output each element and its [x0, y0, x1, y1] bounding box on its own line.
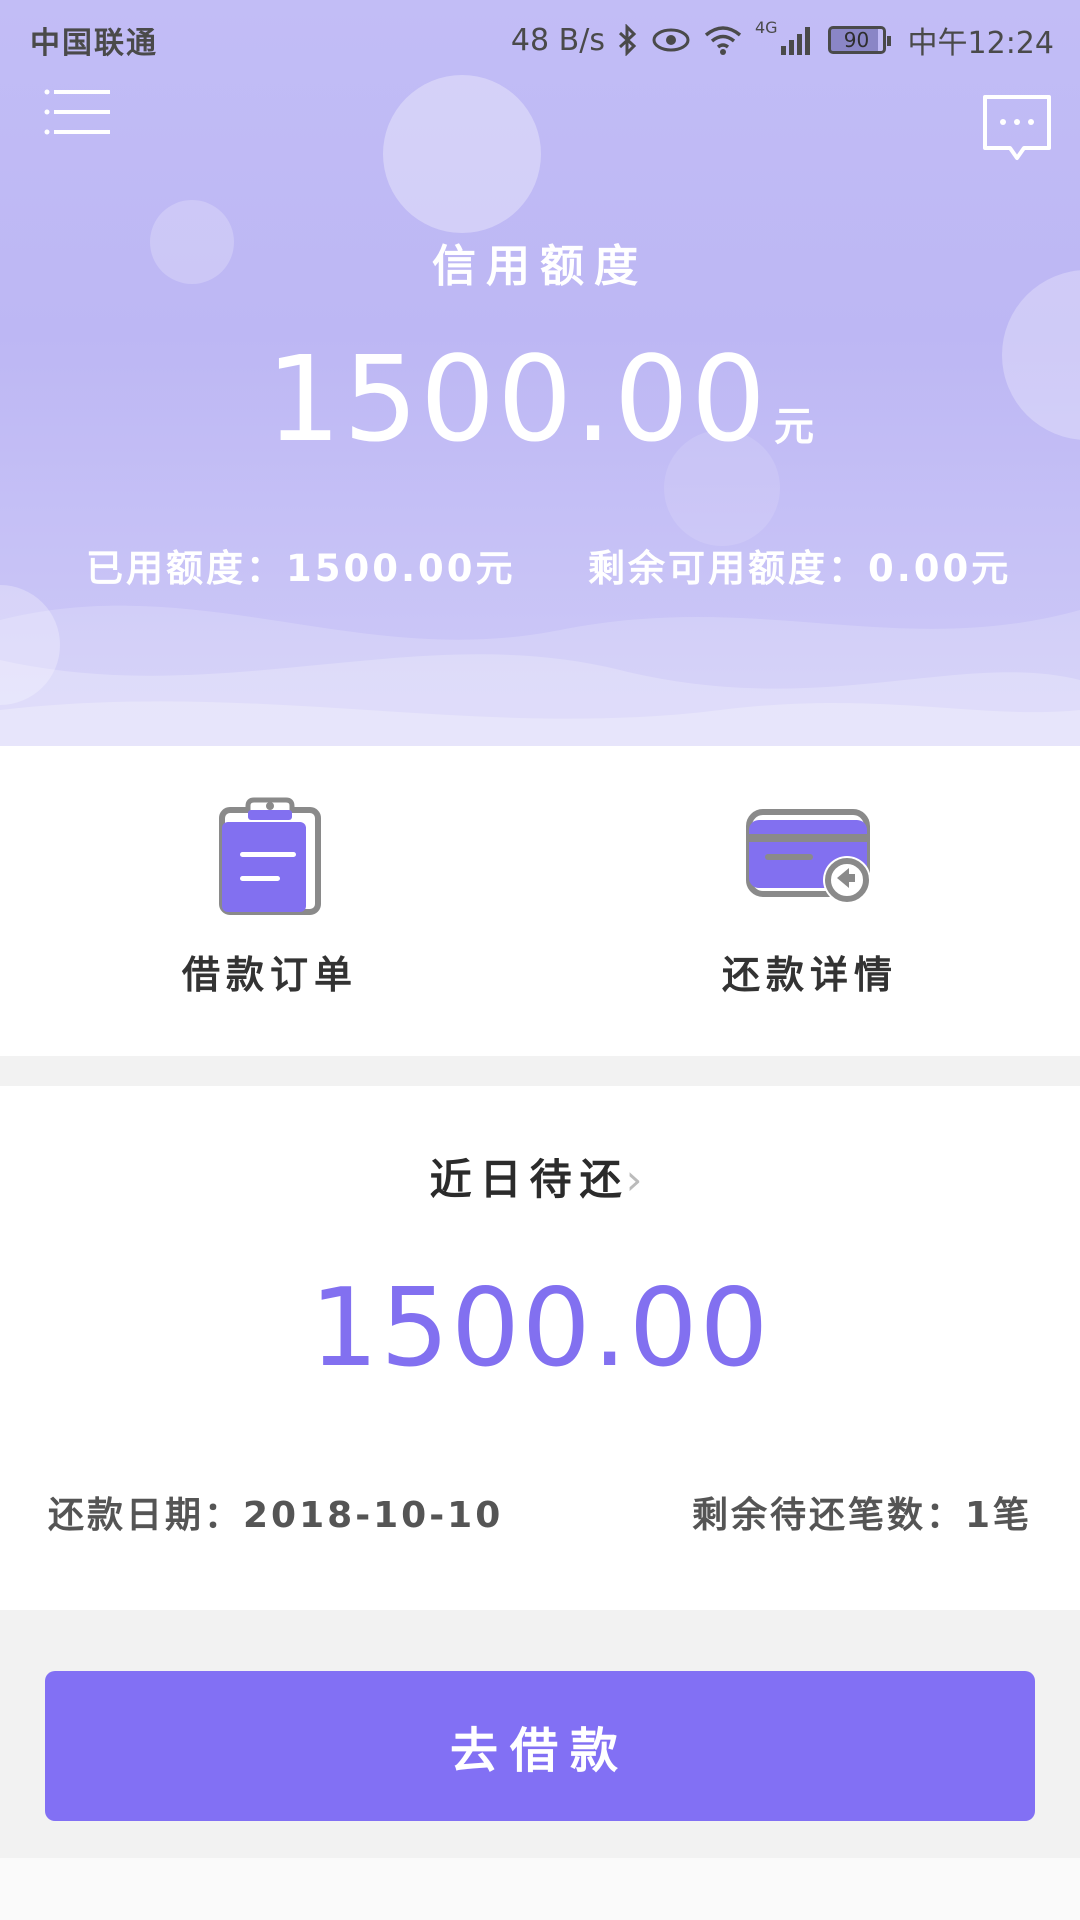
clipboard-icon [219, 797, 321, 915]
remaining-repayments-count: 剩余待还笔数：1笔 [691, 1495, 1032, 1536]
recent-due-amount: 1500.00 [309, 1266, 771, 1391]
carrier-name: 中国联通 [30, 26, 158, 61]
recent-due-link[interactable]: 近日待还› [0, 1146, 1080, 1207]
go-borrow-button[interactable]: 去借款 [45, 1671, 1035, 1821]
repay-details-label: 还款详情 [721, 953, 898, 997]
credit-limit-value: 1500.00 [266, 330, 768, 468]
credit-header: 中国联通 48 B/s 4G 90 中午12:24 信用额度 1500.00 元… [0, 0, 1080, 746]
bluetooth-icon [618, 24, 637, 56]
used-limit: 已用额度：1500.00元 [86, 547, 516, 590]
decor-bubble [383, 75, 541, 233]
recent-due-card: 近日待还› 1500.00 还款日期：2018-10-10 剩余待还笔数：1笔 [0, 1086, 1080, 1610]
message-icon[interactable] [982, 94, 1052, 162]
repay-details-button[interactable]: 还款详情 [710, 806, 910, 999]
credit-limit-amount: 1500.00 元 [0, 330, 1080, 468]
eye-icon [652, 28, 690, 52]
remaining-limit: 剩余可用额度：0.00元 [588, 547, 1012, 590]
status-icons: 48 B/s 4G 90 中午12:24 [511, 18, 1054, 62]
card-return-icon [746, 809, 871, 904]
battery-indicator: 90 [827, 26, 891, 54]
status-bar: 中国联通 48 B/s 4G 90 中午12:24 [0, 0, 1080, 75]
borrow-orders-button[interactable]: 借款订单 [170, 796, 370, 999]
net-speed: 48 B/s [510, 22, 605, 58]
bottom-spacer [0, 1858, 1080, 1920]
quick-actions: 借款订单 还款详情 [0, 746, 1080, 1056]
wifi-icon [704, 26, 742, 55]
clock: 中午12:24 [907, 26, 1054, 61]
signal-icon [780, 27, 810, 55]
chevron-right-icon: › [625, 1155, 651, 1204]
menu-icon[interactable] [44, 88, 110, 136]
credit-limit-title: 信用额度 [432, 241, 648, 292]
recent-due-title: 近日待还 [429, 1155, 630, 1204]
borrow-orders-label: 借款订单 [181, 953, 358, 997]
network-type: 4G [754, 18, 778, 37]
repayment-date: 还款日期：2018-10-10 [48, 1495, 504, 1536]
credit-limit-unit: 元 [773, 404, 814, 450]
